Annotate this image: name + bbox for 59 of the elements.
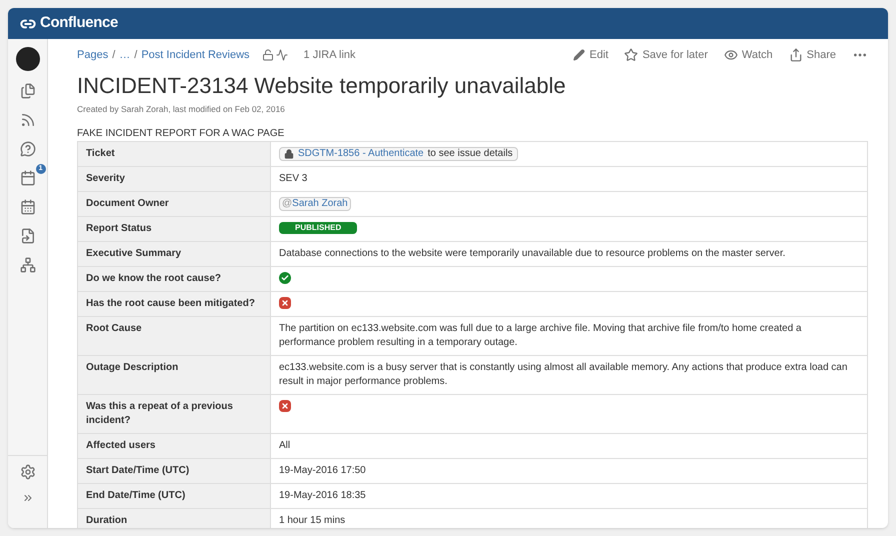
tree-icon[interactable]	[20, 257, 36, 273]
breadcrumb-link[interactable]: …	[119, 47, 130, 64]
cell-text: The partition on ec133.website.com was full due to a large archive file. Moving that archive file from/to home created a performance problem resulting in a temporary outage.	[279, 322, 802, 348]
page-title: INCIDENT-23134 Website temporarily unavailable	[77, 72, 567, 99]
toolbar-button[interactable]: Edit	[573, 47, 608, 64]
cell-text: 19-May-2016 18:35	[279, 490, 366, 501]
toolbar-button[interactable]: Share	[788, 47, 836, 64]
share-icon	[788, 48, 803, 62]
cell-text: ec133.website.com is a busy server that is constantly using almost all available memory. Any actions that produce extra load can result in major performance problems.	[279, 362, 848, 387]
row-header: Root Cause	[78, 316, 270, 356]
shortcut-icon[interactable]	[20, 228, 36, 244]
at-sign: @	[282, 198, 292, 210]
activity-icon[interactable]	[276, 49, 288, 62]
status-lozenge: PUBLISHED	[279, 222, 358, 234]
row-header: Outage Description	[78, 355, 270, 394]
row-header: Was this a repeat of a previous incident?	[78, 394, 270, 434]
cell-text: 1 hour 15 mins	[279, 514, 346, 526]
row-header: Report Status	[78, 216, 270, 242]
lock-icon	[284, 148, 294, 159]
row-header: Affected users	[78, 433, 270, 458]
page-byline: Created by Sarah Zorah, last modified on Feb 02, 2016	[77, 103, 286, 116]
cell-text: Database connections to the website were temporarily unavailable due to resource problems on the master server.	[279, 248, 786, 259]
cell-text: All	[279, 440, 290, 451]
star-icon	[624, 48, 638, 62]
calendar-icon[interactable]	[20, 170, 36, 186]
row-header: Start Date/Time (UTC)	[78, 458, 270, 484]
breadcrumb-link[interactable]: Pages	[77, 47, 108, 64]
user-name[interactable]: Sarah Zorah	[292, 198, 348, 210]
row-header: Document Owner	[78, 191, 270, 216]
issue-note: to see issue details	[428, 148, 513, 160]
row-header: Duration	[78, 508, 270, 528]
row-header: End Date/Time (UTC)	[78, 483, 270, 508]
toolbar-button[interactable]: Save for later	[624, 47, 708, 64]
breadcrumb-link[interactable]: Post Incident Reviews	[141, 47, 250, 64]
row-header: Executive Summary	[78, 241, 270, 266]
unlock-icon[interactable]	[262, 49, 274, 62]
expand-icon[interactable]	[22, 492, 34, 504]
toolbar-button[interactable]: Watch	[724, 47, 773, 64]
jira-links[interactable]: 1 JIRA link	[304, 47, 356, 64]
settings-icon[interactable]	[20, 464, 36, 480]
row-header: Ticket	[78, 141, 270, 166]
intro-text: FAKE INCIDENT REPORT FOR A WAC PAGE	[77, 126, 286, 141]
jira-issue-link[interactable]: SDGTM-1856 - Authenticate to see issue details	[279, 146, 518, 161]
user-mention[interactable]: @Sarah Zorah	[279, 196, 351, 211]
row-header: Has the root cause been mitigated?	[78, 291, 270, 316]
eye-icon	[724, 48, 738, 62]
breadcrumb-separator: /	[112, 48, 116, 63]
feed-icon[interactable]	[20, 112, 36, 128]
pencil-icon	[573, 49, 586, 62]
pages-icon[interactable]	[20, 83, 36, 99]
space-avatar[interactable]	[16, 47, 40, 71]
app-logo[interactable]: Confluence	[40, 12, 118, 35]
row-header: Do we know the root cause?	[78, 266, 270, 292]
row-header: Severity	[78, 166, 270, 192]
question-icon[interactable]	[20, 141, 36, 157]
cell-text: SEV 3	[279, 172, 308, 184]
breadcrumb-separator: /	[134, 48, 138, 63]
issue-key[interactable]: SDGTM-1856 - Authenticate	[298, 148, 424, 160]
cell-text: 19-May-2016 17:50	[279, 464, 366, 476]
